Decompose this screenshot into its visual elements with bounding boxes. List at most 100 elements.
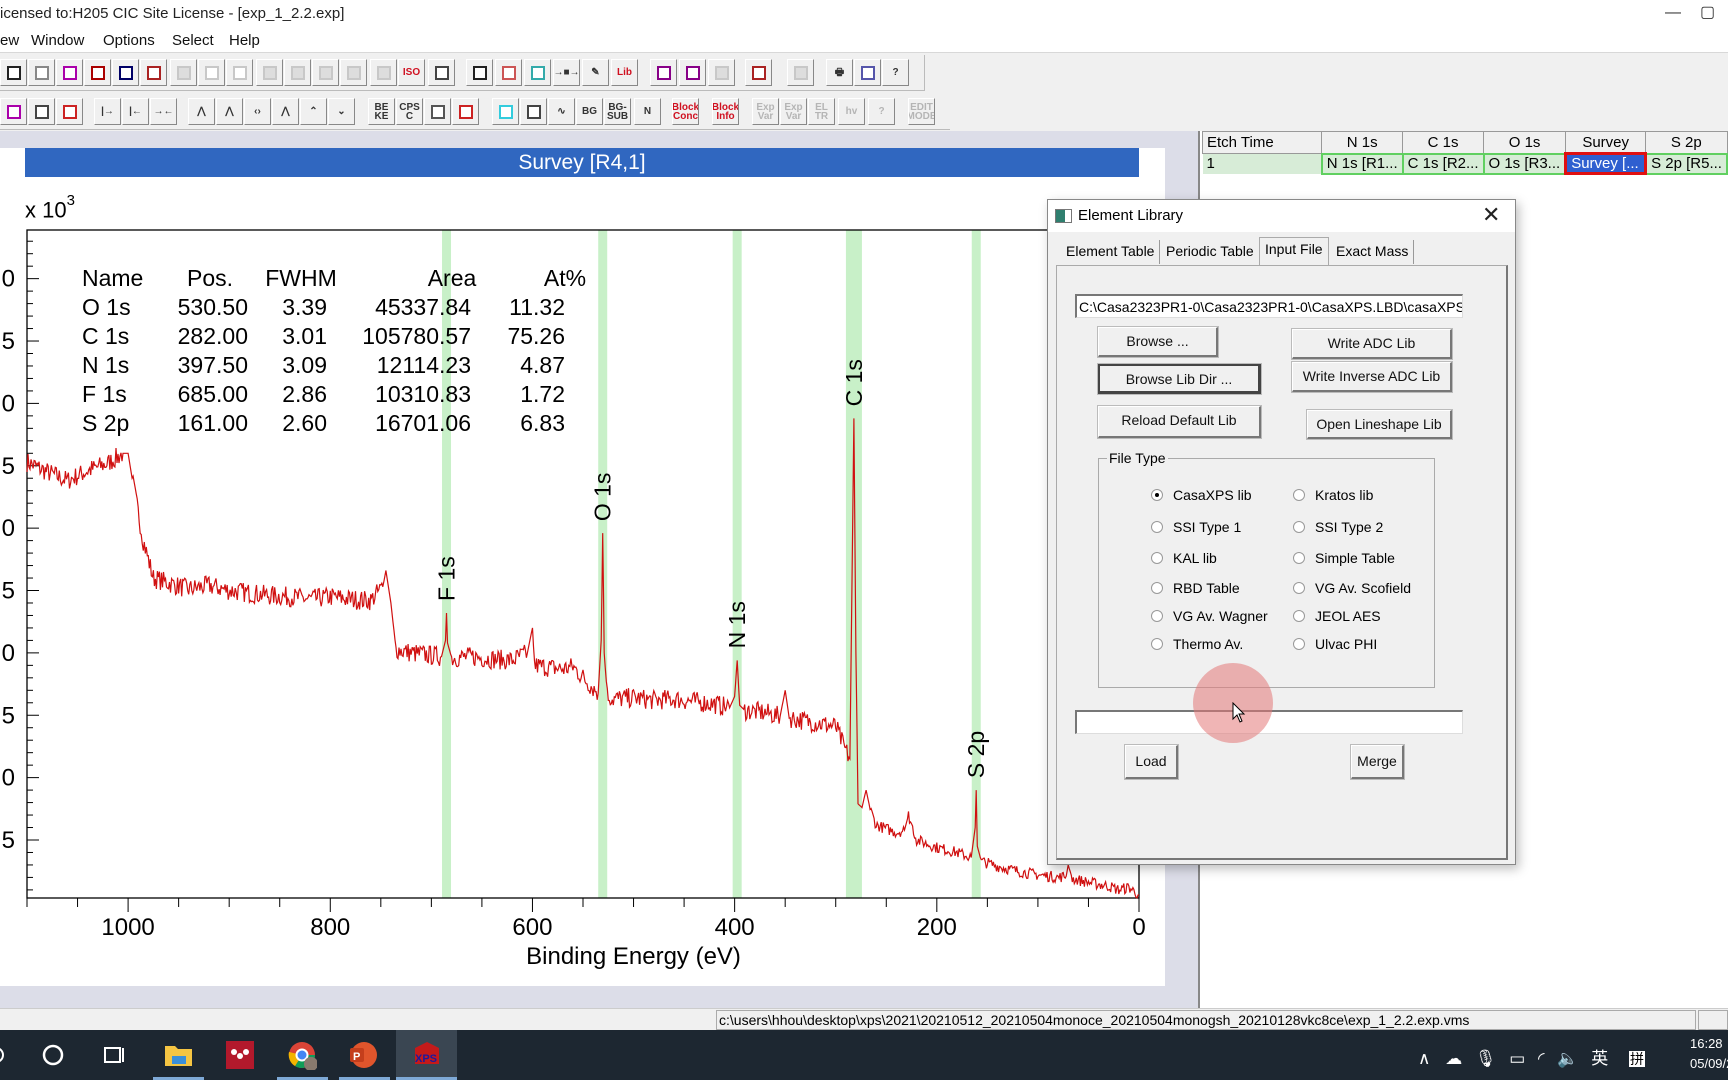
quant-cell: 3.01 [282,323,327,349]
radio-kal-lib[interactable]: KAL lib [1151,550,1217,566]
radio-ssi-type-1[interactable]: SSI Type 1 [1151,519,1241,535]
merge-button[interactable]: Merge [1351,745,1404,779]
wifi-icon[interactable]: ◜ [1538,1049,1545,1068]
status-bar: c:\users\hhou\desktop\xps\2021\20210512_… [0,1008,1728,1030]
powerpoint-icon[interactable]: P [347,1040,377,1070]
battery-icon[interactable]: ▭ [1509,1049,1525,1068]
y-tick-label: 5 [2,827,15,854]
header-survey[interactable]: Survey [1565,131,1647,154]
close-icon[interactable]: ✕ [1482,202,1500,228]
cell-s2p[interactable]: S 2p [R5... [1644,152,1728,175]
chrome-icon[interactable] [287,1040,317,1070]
cell-n1s[interactable]: N 1s [R1... [1320,152,1404,175]
radio-button-icon[interactable] [1151,489,1163,501]
clock-time: 16:28 [1690,1036,1723,1051]
radio-button-icon[interactable] [1293,638,1305,650]
reload-default-lib-button[interactable]: Reload Default Lib [1098,406,1261,438]
radio-vg-av-scofield[interactable]: VG Av. Scofield [1293,580,1411,596]
tab-periodic-table[interactable]: Periodic Table [1161,240,1260,264]
dialog-title-bar[interactable]: Element Library ✕ [1048,200,1515,232]
quant-cell: 45337.84 [375,294,471,320]
radio-button-icon[interactable] [1293,521,1305,533]
start-button-icon[interactable] [0,1040,20,1070]
quant-cell: 10310.83 [375,381,471,407]
survey-chart[interactable]: 0 5 0 5 0 5 0 5 0 5 1000 800 600 400 200 0 F 1s O 1s N 1… [0,0,1165,985]
maximize-button[interactable]: ▢ [1700,0,1728,28]
microphone-icon[interactable]: 🎙 [1475,1049,1497,1068]
cortana-icon[interactable] [38,1040,68,1070]
load-button[interactable]: Load [1125,745,1178,779]
quant-cell: 2.60 [282,410,327,436]
quant-cell: 2.86 [282,381,327,407]
radio-casaxps-lib[interactable]: CasaXPS lib [1151,487,1252,503]
file-explorer-icon[interactable] [162,1040,192,1070]
header-o1s[interactable]: O 1s [1482,131,1567,154]
radio-label: CasaXPS lib [1173,487,1252,503]
casaxps-icon: XPS [415,1042,439,1065]
radio-jeol-aes[interactable]: JEOL AES [1293,608,1381,624]
write-inverse-adc-lib-button[interactable]: Write Inverse ADC Lib [1292,362,1452,392]
radio-button-icon[interactable] [1293,489,1305,501]
x-tick-label: 1000 [101,914,154,941]
radio-label: Kratos lib [1315,487,1374,503]
quant-cell: 685.00 [178,381,248,407]
radio-button-icon[interactable] [1293,552,1305,564]
radio-ulvac-phi[interactable]: Ulvac PHI [1293,636,1377,652]
write-adc-lib-button[interactable]: Write ADC Lib [1292,329,1452,359]
quant-cell: 397.50 [178,352,248,378]
radio-button-icon[interactable] [1151,582,1163,594]
cell-o1s[interactable]: O 1s [R3... [1482,152,1567,175]
quant-cell: 4.87 [520,352,565,378]
radio-button-icon[interactable] [1151,552,1163,564]
onedrive-icon[interactable]: ☁ [1445,1049,1462,1068]
radio-button-icon[interactable] [1151,638,1163,650]
y-tick-label: 0 [2,640,15,667]
cell-survey-selected[interactable]: Survey [... [1564,152,1648,175]
quant-cell: N 1s [82,352,129,378]
y-tick-label: 5 [2,702,15,729]
minimize-button[interactable]: — [1650,0,1696,28]
radio-button-icon[interactable] [1151,610,1163,622]
tab-input-file[interactable]: Input File [1259,237,1329,265]
radio-ssi-type-2[interactable]: SSI Type 2 [1293,519,1383,535]
radio-label: Simple Table [1315,550,1395,566]
radio-button-icon[interactable] [1293,582,1305,594]
radio-button-icon[interactable] [1151,521,1163,533]
experiment-table: Etch Time N 1s C 1s O 1s Survey S 2p 1 N… [1201,131,1728,175]
radio-simple-table[interactable]: Simple Table [1293,550,1395,566]
ime-language-indicator[interactable]: 英 [1591,1049,1608,1068]
radio-rbd-table[interactable]: RBD Table [1151,580,1240,596]
task-view-icon[interactable] [100,1040,130,1070]
library-path-input[interactable]: C:\Casa2323PR1-0\Casa2323PR1-0\CasaXPS.L… [1075,294,1463,318]
ime-mode-indicator[interactable]: 拼 [1629,1051,1646,1067]
header-c1s[interactable]: C 1s [1402,131,1484,154]
header-s2p[interactable]: S 2p [1645,131,1728,154]
cell-etch-time[interactable]: 1 [1202,153,1322,174]
radio-kratos-lib[interactable]: Kratos lib [1293,487,1373,503]
radio-label: KAL lib [1173,550,1217,566]
quant-cell: 3.39 [282,294,327,320]
quant-cell: 12114.23 [377,352,471,378]
tab-element-table[interactable]: Element Table [1061,240,1161,264]
volume-icon[interactable]: 🔈 [1557,1049,1578,1068]
radio-vg-av-wagner[interactable]: VG Av. Wagner [1151,608,1268,624]
x-tick-label: 600 [512,914,552,941]
browse-lib-dir-button[interactable]: Browse Lib Dir ... [1098,364,1261,394]
table-header-row: Etch Time N 1s C 1s O 1s Survey S 2p [1201,131,1728,154]
taskbar-clock[interactable]: 16:28 05/09/2 [1690,1034,1728,1074]
tab-exact-mass[interactable]: Exact Mass [1331,240,1415,264]
header-etch-time[interactable]: Etch Time [1201,131,1323,154]
header-n1s[interactable]: N 1s [1321,131,1404,154]
quant-header: Name [82,265,143,291]
mendeley-icon[interactable] [225,1040,255,1070]
open-lineshape-lib-button[interactable]: Open Lineshape Lib [1307,410,1452,439]
radio-label: SSI Type 1 [1173,519,1242,535]
radio-thermo-av[interactable]: Thermo Av. [1151,636,1243,652]
radio-button-icon[interactable] [1293,610,1305,622]
dialog-app-icon [1055,209,1072,223]
browse-button[interactable]: Browse ... [1098,327,1218,357]
cell-c1s[interactable]: C 1s [R2... [1401,152,1485,175]
element-library-dialog: Element Library ✕ Element Table Periodic… [1047,199,1516,865]
tray-overflow-chevron-icon[interactable]: ∧ [1418,1049,1430,1068]
y-tick-label: 5 [2,578,15,605]
